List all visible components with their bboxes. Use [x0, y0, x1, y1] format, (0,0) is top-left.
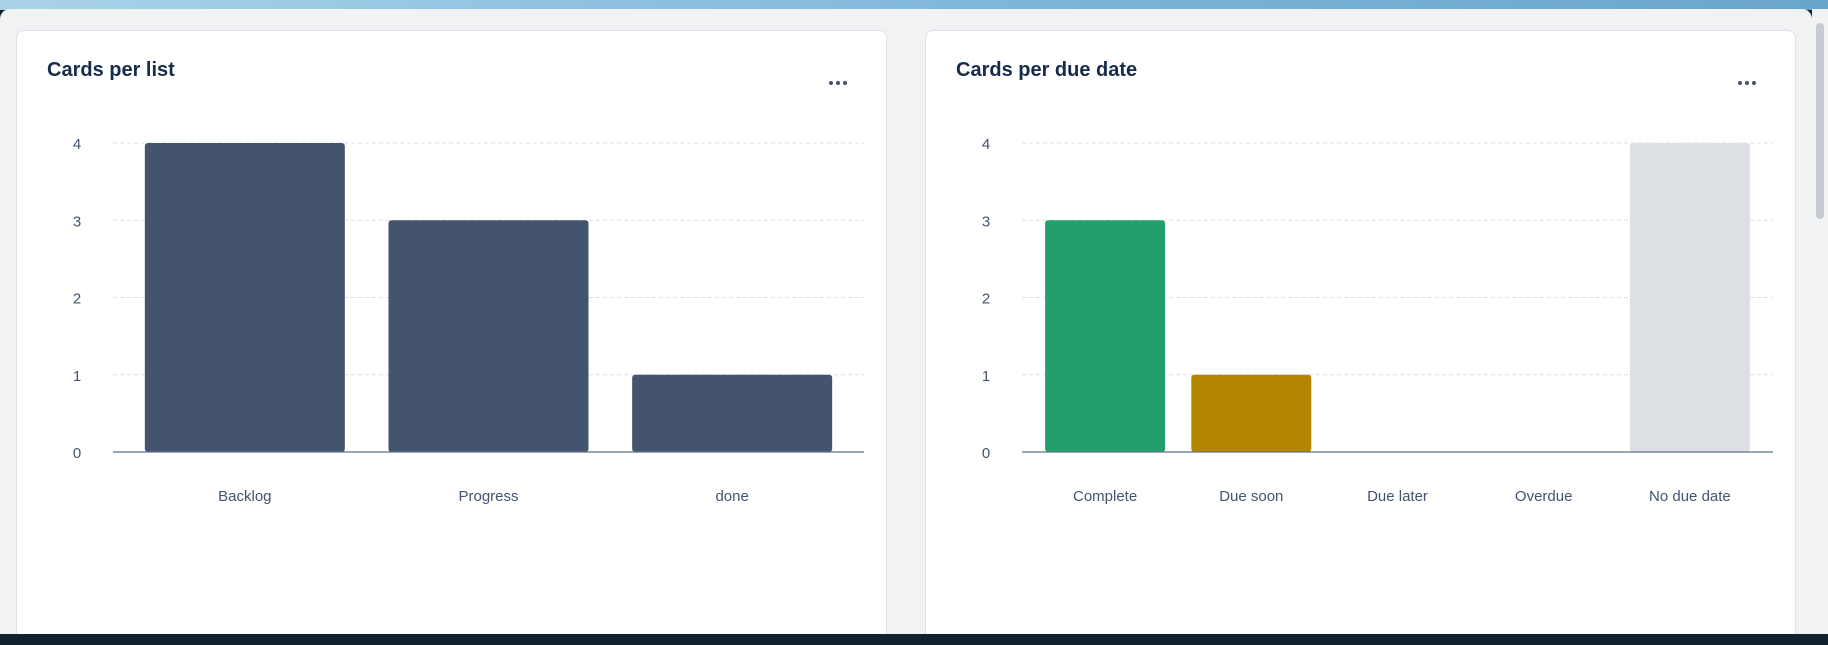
- y-tick-label: 1: [73, 368, 81, 385]
- y-tick-label: 2: [982, 291, 990, 308]
- x-category-label: done: [715, 488, 748, 505]
- bar[interactable]: [388, 220, 589, 452]
- y-tick-label: 3: [982, 213, 990, 230]
- x-category-label: Due later: [1367, 488, 1428, 505]
- y-tick-label: 4: [73, 136, 81, 153]
- bar[interactable]: [632, 374, 833, 452]
- chart-panel-cards-per-due-date: Cards per due date 0 1 2 3 4 Complete Due soon…: [925, 30, 1796, 640]
- y-tick-label: 1: [982, 368, 990, 385]
- y-tick-label: 0: [73, 445, 81, 462]
- bar-chart: 0 1 2 3 4 Backlog Progress done: [73, 136, 864, 505]
- bar[interactable]: [1191, 374, 1312, 452]
- x-category-label: Due soon: [1219, 488, 1283, 505]
- bar[interactable]: [144, 143, 345, 452]
- y-tick-label: 2: [73, 291, 81, 308]
- chart-panel-cards-per-list: Cards per list 0 1 2 3 4 Backlog Progress done: [16, 30, 887, 640]
- window-bottom-strip: [0, 634, 1828, 645]
- y-tick-label: 4: [982, 136, 990, 153]
- x-category-label: Progress: [458, 488, 518, 505]
- y-tick-label: 0: [982, 445, 990, 462]
- bar-chart: 0 1 2 3 4 Complete Due soon Due later Overdue No …: [982, 136, 1773, 505]
- vertical-scrollbar[interactable]: [1812, 9, 1828, 634]
- bar[interactable]: [1045, 220, 1166, 452]
- bar[interactable]: [1629, 143, 1750, 452]
- x-category-label: Overdue: [1515, 488, 1573, 505]
- x-category-label: No due date: [1649, 488, 1731, 505]
- scrollbar-thumb[interactable]: [1816, 23, 1824, 219]
- y-tick-label: 3: [73, 213, 81, 230]
- x-category-label: Backlog: [218, 488, 271, 505]
- x-category-label: Complete: [1073, 488, 1137, 505]
